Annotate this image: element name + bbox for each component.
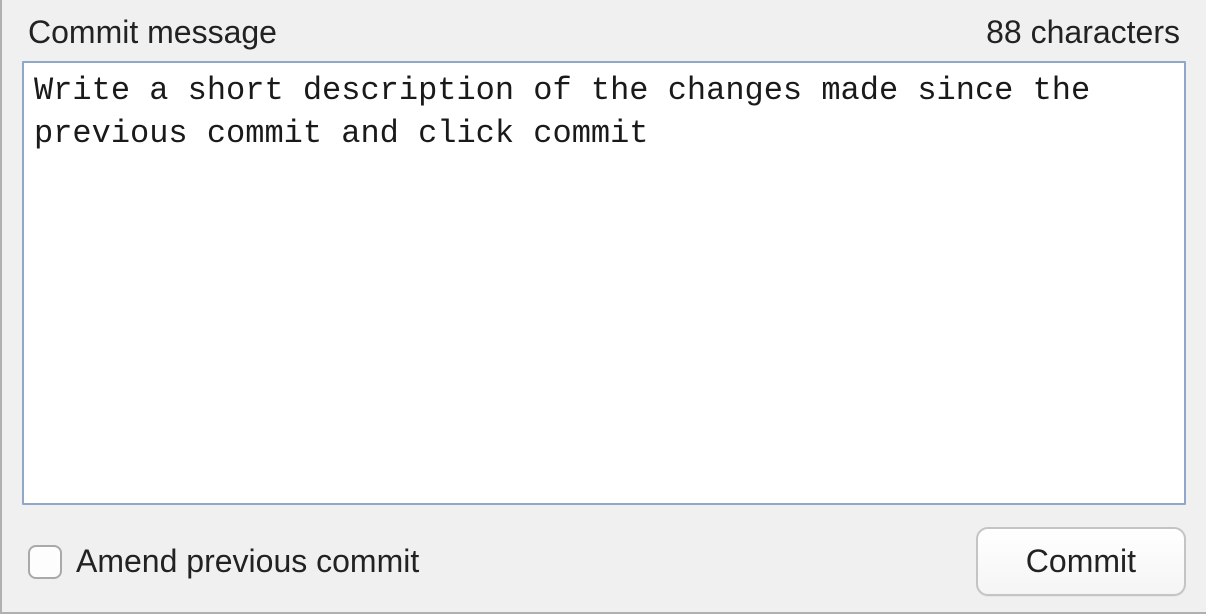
amend-previous-commit-option[interactable]: Amend previous commit (28, 543, 419, 580)
commit-message-label: Commit message (28, 14, 277, 51)
commit-header-row: Commit message 88 characters (22, 10, 1186, 61)
amend-checkbox[interactable] (28, 545, 62, 579)
amend-checkbox-label: Amend previous commit (76, 543, 419, 580)
character-count-label: 88 characters (986, 14, 1180, 51)
commit-button[interactable]: Commit (976, 527, 1186, 596)
commit-message-input[interactable] (22, 61, 1186, 505)
commit-footer-row: Amend previous commit Commit (22, 505, 1186, 596)
